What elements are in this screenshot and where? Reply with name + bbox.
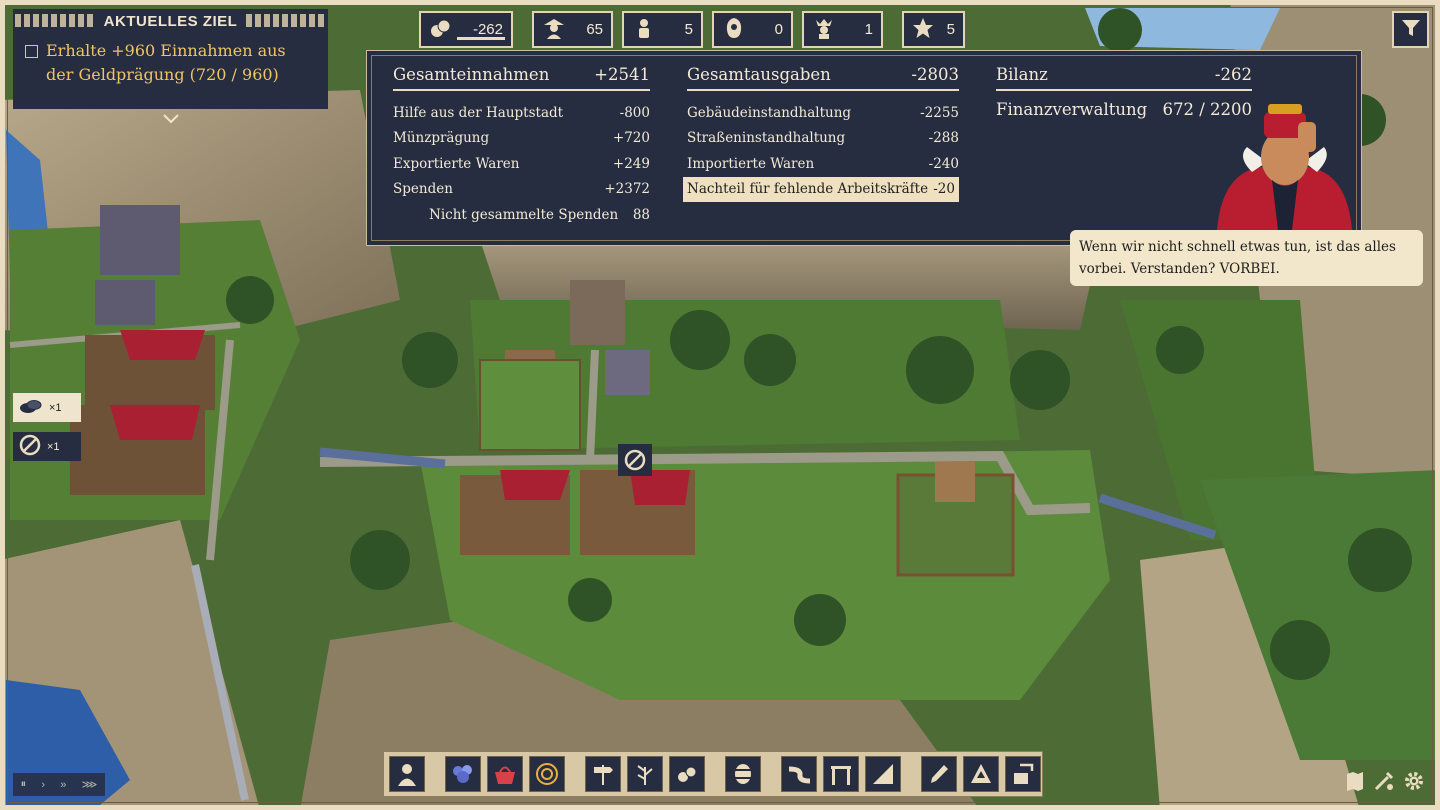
modifier-value: ×1: [49, 401, 62, 414]
income-title: Gesamteinnahmen: [393, 65, 550, 84]
resource-value: 1: [864, 21, 873, 38]
expense-value: -20: [933, 181, 955, 198]
ornament: [15, 14, 95, 27]
balance-total: -262: [1214, 65, 1252, 84]
gate-icon[interactable]: [823, 756, 859, 792]
herbs-icon[interactable]: [627, 756, 663, 792]
objective-panel: AKTUELLES ZIEL Erhalte +960 Einnahmen au…: [13, 9, 328, 109]
mandala-icon[interactable]: [529, 756, 565, 792]
income-label: Exportierte Waren: [393, 155, 520, 172]
expenses-column: Gesamtausgaben -2803 Gebäudeinstandhaltun…: [683, 65, 959, 202]
resource-value: -262: [472, 21, 503, 38]
filter-button[interactable]: [1392, 11, 1429, 48]
expense-row-highlighted[interactable]: Nachteil für fehlende Arbeitskräfte -20: [683, 176, 959, 202]
gear-icon[interactable]: [1402, 769, 1426, 793]
expense-label: Importierte Waren: [687, 155, 815, 172]
flowers-icon[interactable]: [445, 756, 481, 792]
income-value: 88: [632, 206, 650, 223]
income-column: Gesamteinnahmen +2541 Hilfe aus der Haupt…: [393, 65, 650, 228]
expense-value: -288: [928, 130, 959, 147]
speed-3-button[interactable]: ⋙: [82, 778, 98, 791]
objective-text: Erhalte +960 Einnahmen aus der Geldprägu…: [46, 41, 286, 84]
modifier-stones[interactable]: ×1: [13, 393, 81, 422]
funnel-icon: [1400, 17, 1422, 43]
income-label: Hilfe aus der Hauptstadt: [393, 104, 564, 121]
expenses-total: -2803: [911, 65, 959, 84]
worker-icon: [632, 16, 656, 44]
resource-value: 0: [774, 21, 783, 38]
peasant-icon: [542, 16, 566, 44]
citizen-icon[interactable]: [389, 756, 425, 792]
speed-controls: ⏸ › » ⋙: [13, 773, 105, 796]
income-value: +249: [612, 155, 650, 172]
resource-peasants[interactable]: 65: [532, 11, 613, 48]
income-value: -800: [619, 104, 650, 121]
upgrade-icon[interactable]: [963, 756, 999, 792]
resource-monks[interactable]: 0: [712, 11, 793, 48]
income-label: Münzprägung: [393, 130, 490, 147]
objective-checkbox: [25, 45, 38, 58]
map-icon[interactable]: [1343, 769, 1367, 793]
basket-icon[interactable]: [487, 756, 523, 792]
merchant-icon[interactable]: [669, 756, 705, 792]
modifier-ban[interactable]: ×1: [13, 432, 81, 461]
money-icon: [429, 17, 453, 43]
income-total: +2541: [594, 65, 650, 84]
modifier-value: ×1: [47, 440, 60, 453]
expense-label: Straßeninstandhaltung: [687, 130, 846, 147]
expense-value: -240: [928, 155, 959, 172]
resource-value: 5: [946, 21, 955, 38]
money-bar: [457, 37, 505, 40]
advisor-portrait: [1212, 102, 1357, 234]
resource-workers[interactable]: 5: [622, 11, 703, 48]
ornament: [246, 14, 326, 27]
noble-icon: [812, 16, 836, 44]
speed-1-button[interactable]: ›: [41, 779, 45, 791]
road: [586, 349, 599, 461]
demolish-icon[interactable]: [1005, 756, 1041, 792]
resource-money[interactable]: -262: [419, 11, 513, 48]
barrel-icon[interactable]: [725, 756, 761, 792]
tools-icon[interactable]: [1372, 769, 1396, 793]
expense-label: Nachteil für fehlende Arbeitskräfte: [687, 181, 929, 198]
star-icon: [912, 17, 934, 43]
pause-button[interactable]: ⏸: [21, 778, 27, 791]
speed-2-button[interactable]: »: [60, 779, 66, 791]
signpost-icon[interactable]: [585, 756, 621, 792]
resource-value: 5: [684, 21, 693, 38]
expense-label: Gebäudeinstandhaltung: [687, 104, 852, 121]
income-value: +720: [612, 130, 650, 147]
advisor-speech-bubble: Wenn wir nicht schnell etwas tun, ist da…: [1070, 230, 1423, 286]
dropper-icon[interactable]: [921, 756, 957, 792]
build-toolbar: [383, 751, 1043, 797]
chevron-down-icon[interactable]: [163, 112, 179, 128]
ban-icon: [19, 434, 41, 459]
ramp-icon[interactable]: [865, 756, 901, 792]
objective-header: AKTUELLES ZIEL: [13, 9, 328, 33]
objective-title: AKTUELLES ZIEL: [103, 12, 238, 30]
income-label: Spenden: [393, 181, 453, 198]
road-icon[interactable]: [781, 756, 817, 792]
expenses-title: Gesamtausgaben: [687, 65, 831, 84]
income-value: +2372: [604, 181, 650, 198]
resource-value: 65: [586, 21, 603, 38]
income-label: Nicht gesammelte Spenden: [429, 206, 619, 223]
admin-label: Finanzverwaltung: [996, 100, 1148, 119]
balance-title: Bilanz: [996, 65, 1048, 84]
ban-icon[interactable]: [618, 444, 652, 476]
stones-icon: [19, 398, 43, 417]
resource-prestige[interactable]: 5: [902, 11, 965, 48]
monk-icon: [722, 16, 746, 44]
expense-value: -2255: [920, 104, 959, 121]
resource-nobles[interactable]: 1: [802, 11, 883, 48]
